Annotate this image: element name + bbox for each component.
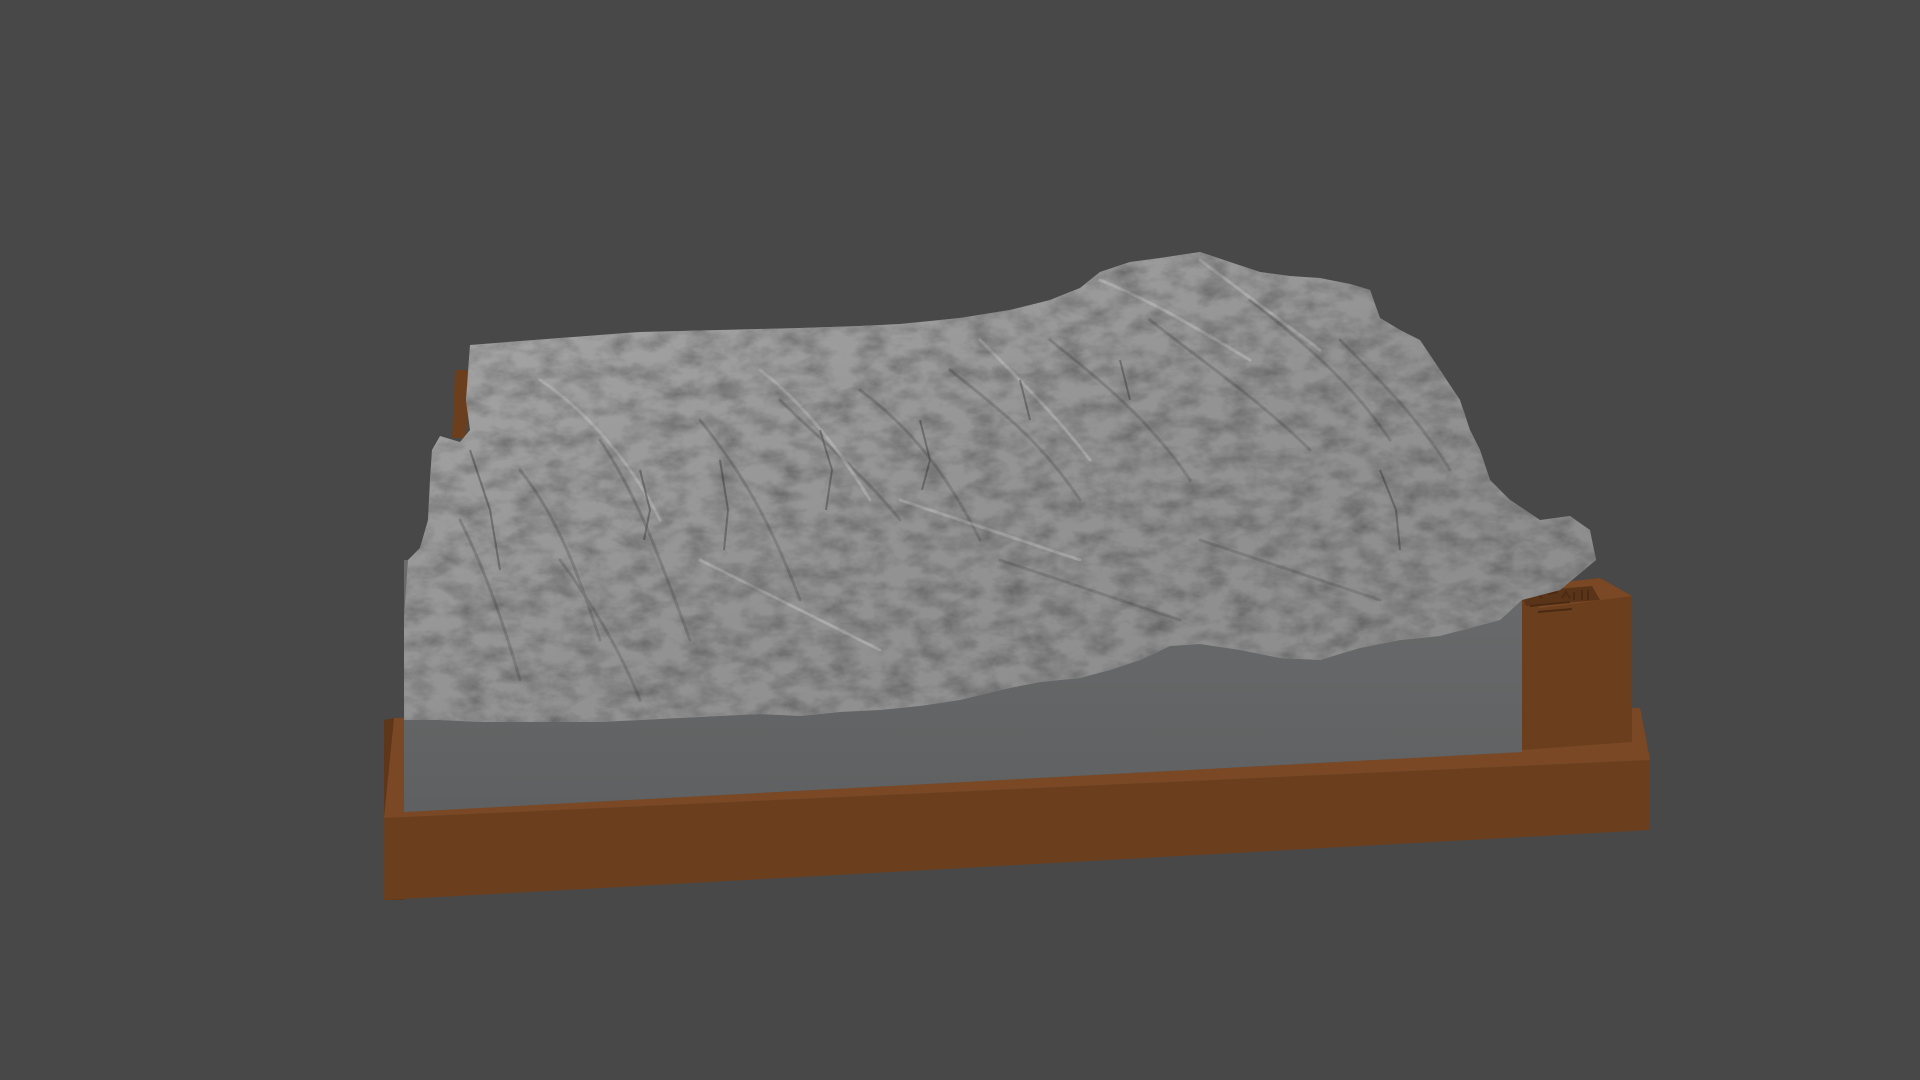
3d-viewport[interactable] <box>0 0 1920 1080</box>
terrain-model-render <box>384 252 1650 900</box>
